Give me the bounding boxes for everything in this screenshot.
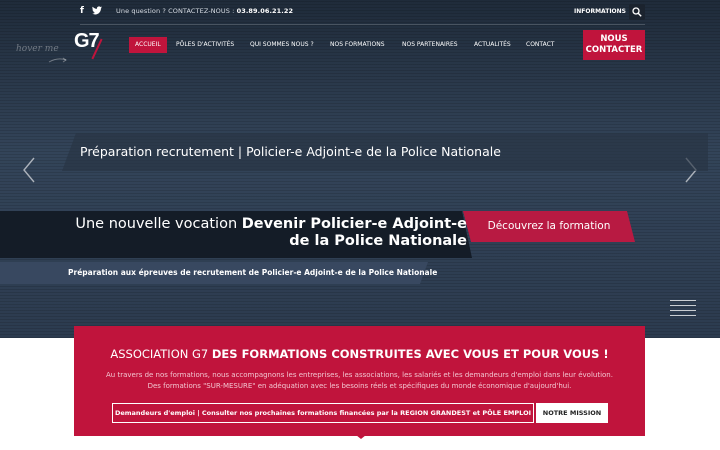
slide-title-banner: Préparation recrutement | Policier-e Adj… [62, 133, 708, 171]
decouvrez-formation-button[interactable]: Découvrez la formation [463, 211, 635, 242]
hero-subtitle: Préparation aux épreuves de recrutement … [68, 268, 438, 277]
nav-qui-sommes-nous[interactable]: QUI SOMMES NOUS ? [250, 37, 314, 53]
nav-accueil[interactable]: ACCUEIL [129, 37, 167, 53]
twitter-icon[interactable] [92, 6, 102, 18]
association-description: Au travers de nos formations, nous accom… [106, 371, 613, 390]
notre-mission-button[interactable]: NOTRE MISSION [536, 403, 608, 423]
top-divider [80, 24, 645, 25]
nav-poles-activites[interactable]: PÔLES D'ACTIVITÉS [176, 37, 234, 53]
slider-prev-arrow-icon[interactable] [22, 157, 36, 183]
phone-number[interactable]: 03.89.06.21.22 [237, 7, 294, 15]
slide-title: Préparation recrutement | Policier-e Adj… [80, 144, 501, 159]
facebook-icon[interactable]: f [80, 6, 84, 16]
search-icon [632, 7, 642, 17]
hero-section: f Une question ? CONTACTEZ-NOUS : 03.89.… [0, 0, 720, 338]
association-box: ASSOCIATION G7 DES FORMATIONS CONSTRUITE… [74, 326, 645, 439]
nav-contact[interactable]: CONTACT [526, 37, 554, 53]
nav-nos-formations[interactable]: NOS FORMATIONS [330, 37, 385, 53]
search-button[interactable] [629, 4, 645, 20]
hover-arrow-icon [48, 57, 67, 63]
box-notch [356, 435, 366, 439]
informations-link[interactable]: INFORMATIONS [574, 8, 626, 15]
hamburger-menu-icon[interactable] [670, 300, 696, 322]
association-title: ASSOCIATION G7 DES FORMATIONS CONSTRUITE… [110, 347, 609, 361]
nav-actualites[interactable]: ACTUALITÉS [474, 37, 511, 53]
vocation-headline: Une nouvelle vocation Devenir Policier-e… [75, 216, 467, 249]
contact-question: Une question ? CONTACTEZ-NOUS : 03.89.06… [116, 7, 294, 15]
nous-contacter-button[interactable]: NOUS CONTACTER [583, 30, 645, 60]
top-bar: f Une question ? CONTACTEZ-NOUS : 03.89.… [0, 0, 720, 24]
demandeurs-emploi-button[interactable]: Demandeurs d'emploi | Consulter nos proc… [112, 403, 534, 423]
nav-nos-partenaires[interactable]: NOS PARTENAIRES [402, 37, 458, 53]
